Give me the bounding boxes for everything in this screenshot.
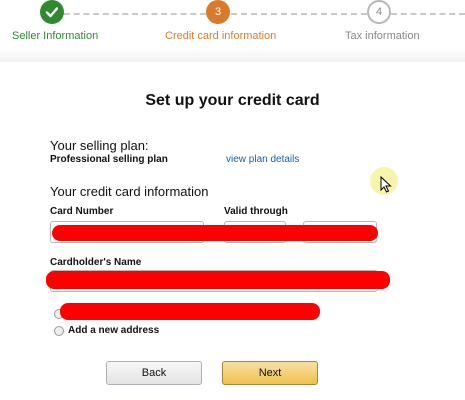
back-button[interactable]: Back — [106, 361, 202, 385]
card-details-redaction — [52, 225, 378, 241]
page-title: Set up your credit card — [145, 92, 320, 109]
view-plan-details-link[interactable]: view plan details — [226, 154, 299, 165]
card-number-label: Card Number — [50, 206, 114, 217]
step-connector — [64, 13, 206, 15]
cardholder-name-redaction — [46, 271, 390, 289]
checkmark-icon — [45, 7, 59, 18]
selling-plan-heading: Your selling plan: — [50, 138, 149, 153]
cardholder-name-label: Cardholder's Name — [50, 257, 142, 268]
step-3-indicator: 4 — [367, 0, 391, 24]
credit-card-heading: Your credit card information — [50, 184, 209, 199]
progress-stepper: Seller Information 3 Credit card informa… — [0, 0, 465, 62]
mouse-pointer-icon — [380, 176, 392, 193]
add-new-address-radio[interactable] — [54, 326, 64, 336]
selling-plan-name: Professional selling plan — [50, 154, 168, 165]
add-new-address-label[interactable]: Add a new address — [68, 325, 159, 336]
step-1-label: Seller Information — [12, 30, 99, 42]
step-connector — [391, 13, 465, 15]
next-button[interactable]: Next — [222, 361, 318, 385]
step-3-label: Tax information — [345, 30, 420, 42]
step-2-label: Credit card information — [165, 30, 277, 42]
step-connector — [231, 13, 367, 15]
valid-through-label: Valid through — [224, 206, 288, 217]
step-1-complete-indicator — [40, 0, 64, 24]
step-2-indicator: 3 — [206, 0, 230, 24]
address-redaction — [60, 303, 320, 320]
